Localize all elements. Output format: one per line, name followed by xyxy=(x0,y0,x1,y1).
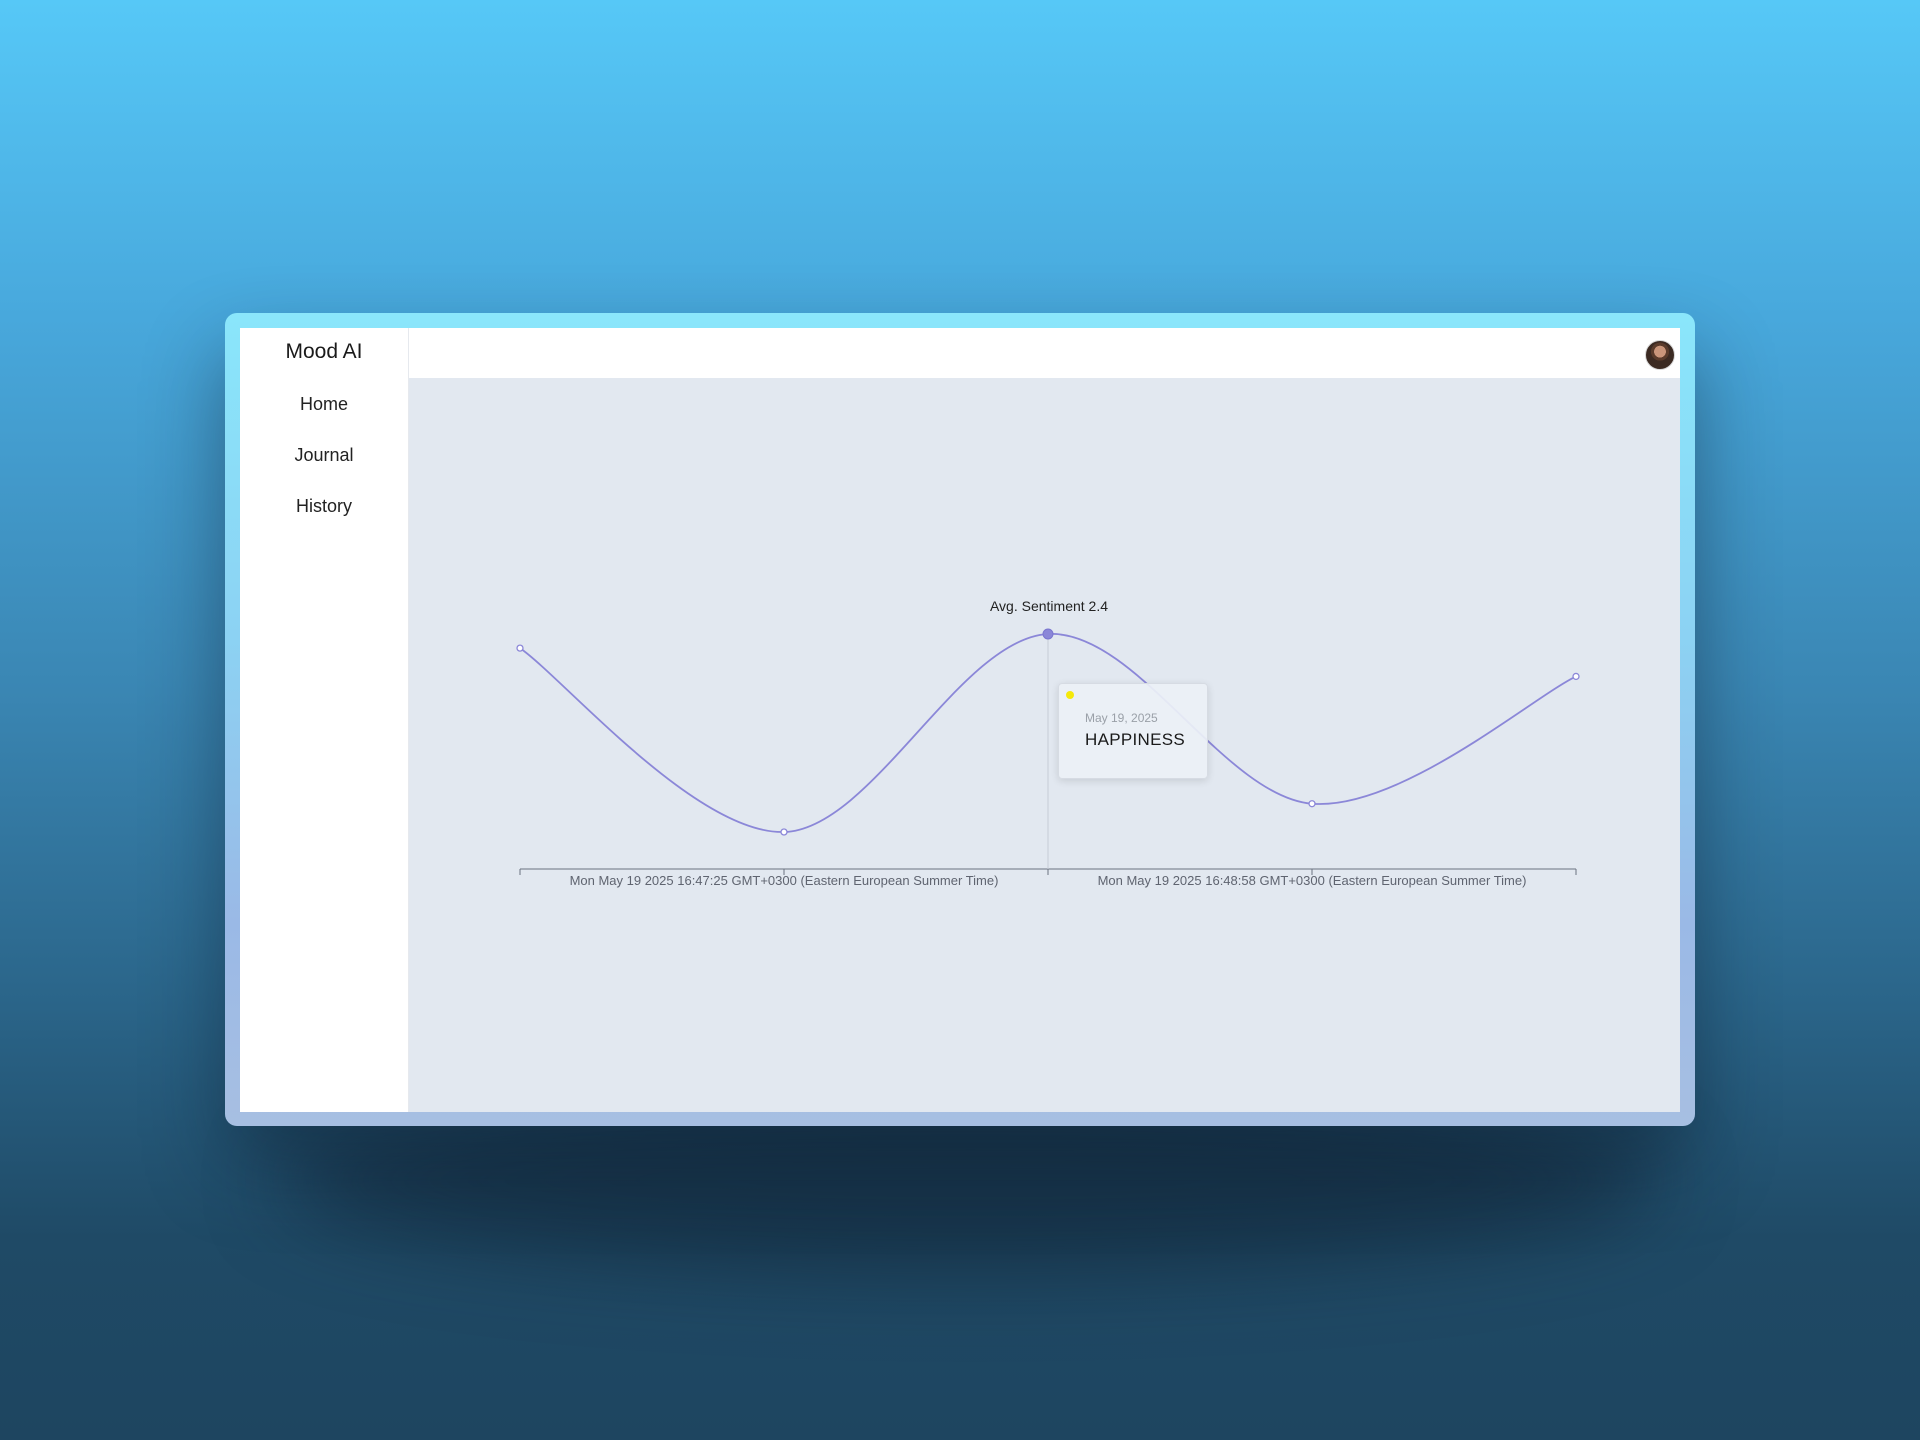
tooltip-mood: HAPPINESS xyxy=(1085,730,1186,749)
main-content: Avg. Sentiment 2.4 Mon May 19 2025 16:47… xyxy=(409,378,1680,1112)
sidebar-item-home[interactable]: Home xyxy=(240,392,408,443)
app-window: Mood AI Home Journal History Avg. Sentim… xyxy=(240,328,1680,1112)
app-brand: Mood AI xyxy=(285,340,363,363)
top-bar xyxy=(409,328,1680,378)
mood-color-dot xyxy=(1066,691,1074,699)
x-tick-label: Mon May 19 2025 16:47:25 GMT+0300 (Easte… xyxy=(570,873,999,888)
data-point-active[interactable] xyxy=(1042,628,1054,640)
sidebar-nav: Home Journal History xyxy=(240,392,408,545)
x-ticks: Mon May 19 2025 16:47:25 GMT+0300 (Easte… xyxy=(519,869,1577,888)
sidebar-item-journal[interactable]: Journal xyxy=(240,443,408,494)
data-point[interactable] xyxy=(516,644,524,652)
data-point[interactable] xyxy=(1572,672,1580,681)
x-tick-label: Mon May 19 2025 16:48:58 GMT+0300 (Easte… xyxy=(1098,873,1527,888)
sidebar-item-history[interactable]: History xyxy=(240,494,408,545)
user-avatar[interactable] xyxy=(1645,340,1675,370)
chart-title: Avg. Sentiment 2.4 xyxy=(990,598,1108,614)
chart-tooltip: May 19, 2025 HAPPINESS xyxy=(1058,683,1208,779)
data-point[interactable] xyxy=(1308,800,1316,808)
sentiment-chart: Avg. Sentiment 2.4 Mon May 19 2025 16:47… xyxy=(516,598,1580,888)
tooltip-date: May 19, 2025 xyxy=(1085,711,1158,725)
data-point[interactable] xyxy=(780,828,788,836)
sidebar: Mood AI Home Journal History xyxy=(240,328,409,1112)
